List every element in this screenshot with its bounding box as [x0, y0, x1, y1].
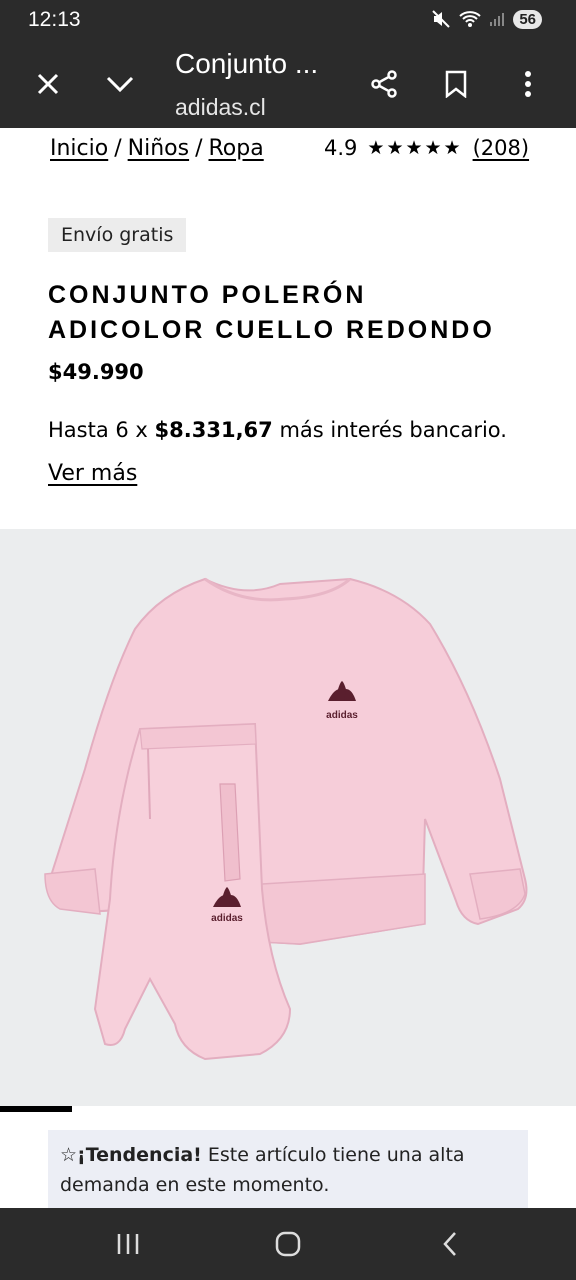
review-count-link[interactable]: (208) — [473, 136, 529, 160]
bookmark-button[interactable] — [436, 64, 476, 104]
more-options-button[interactable] — [508, 64, 548, 104]
battery-level: 56 — [513, 9, 542, 29]
breadcrumb-separator: / — [195, 136, 203, 161]
installments-prefix: Hasta 6 x — [48, 418, 155, 442]
system-nav-bar — [0, 1208, 576, 1280]
back-button[interactable] — [430, 1228, 470, 1260]
installments-info: Hasta 6 x $8.331,67 más interés bancario… — [48, 418, 507, 442]
product-rating[interactable]: 4.9 ★★★★★ (208) — [324, 136, 529, 160]
page-url[interactable]: adidas.cl — [175, 94, 266, 121]
more-vert-icon — [525, 71, 531, 97]
close-tab-button[interactable] — [28, 64, 68, 104]
recent-apps-button[interactable] — [108, 1228, 148, 1260]
product-title: CONJUNTO POLERÓN ADICOLOR CUELLO REDONDO — [48, 281, 495, 344]
back-icon — [443, 1232, 456, 1256]
signal-icon — [490, 13, 505, 26]
breadcrumb-ropa[interactable]: Ropa — [209, 136, 264, 161]
ver-mas-link[interactable]: Ver más — [48, 461, 137, 486]
sparkle-icon: ☆ — [60, 1144, 78, 1166]
trend-banner: ☆¡Tendencia! Este artículo tiene una alt… — [48, 1130, 528, 1208]
mute-icon — [432, 10, 451, 28]
share-icon — [371, 70, 397, 98]
breadcrumb-inicio[interactable]: Inicio — [50, 136, 108, 161]
browser-toolbar: Conjunto ... adidas.cl — [0, 42, 576, 128]
wifi-icon — [459, 11, 481, 27]
product-price: $49.990 — [48, 360, 144, 384]
home-button[interactable] — [268, 1228, 308, 1260]
installments-amount: $8.331,67 — [154, 418, 273, 442]
tab-title: Conjunto ... — [175, 48, 319, 79]
gallery-progress — [0, 1106, 576, 1114]
free-shipping-badge: Envío gratis — [48, 218, 187, 252]
installments-suffix: más interés bancario. — [272, 418, 507, 442]
product-image: adidas adidas — [44, 577, 528, 1061]
trend-text: ☆¡Tendencia! Este artículo tiene una alt… — [60, 1140, 500, 1200]
gallery-progress-fill — [0, 1106, 72, 1112]
product-image-gallery[interactable]: adidas adidas — [0, 529, 576, 1106]
share-button[interactable] — [364, 64, 404, 104]
recent-apps-icon — [117, 1234, 139, 1254]
breadcrumb-separator: / — [114, 136, 122, 161]
close-icon — [37, 73, 59, 95]
rating-score: 4.9 — [324, 136, 358, 160]
svg-text:adidas: adidas — [211, 913, 243, 924]
rating-stars-icon: ★★★★★ — [367, 137, 463, 159]
breadcrumb-ninos[interactable]: Niños — [128, 136, 189, 161]
breadcrumb: Inicio / Niños / Ropa — [50, 136, 264, 161]
bookmark-icon — [445, 70, 467, 98]
svg-text:adidas: adidas — [326, 710, 358, 721]
status-bar: 12:13 56 — [0, 0, 576, 42]
trend-label: ¡Tendencia! — [77, 1144, 202, 1166]
minimize-button[interactable] — [100, 64, 140, 104]
status-icons: 56 — [431, 9, 542, 29]
home-icon — [275, 1231, 301, 1257]
chevron-down-icon — [106, 76, 134, 93]
status-time: 12:13 — [28, 8, 81, 31]
